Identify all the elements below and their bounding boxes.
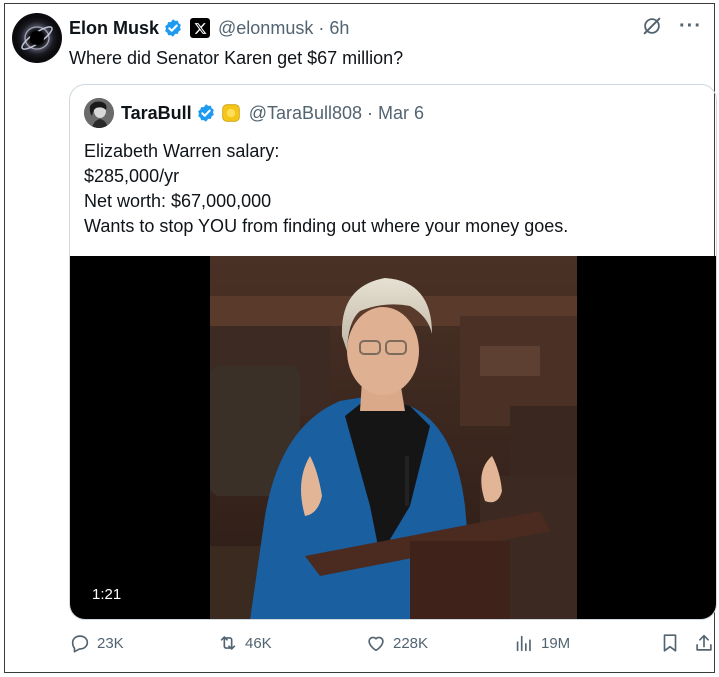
post-header: Elon Musk @elonmusk · 6h ···	[69, 15, 702, 41]
gold-badge-icon	[221, 104, 240, 122]
like-count: 228K	[393, 634, 429, 652]
more-icon[interactable]: ···	[679, 16, 702, 36]
share-button[interactable]	[693, 632, 715, 654]
quote-line: Wants to stop YOU from finding out where…	[84, 216, 569, 236]
action-bar: 23K 46K 228K 19M	[69, 632, 712, 662]
video-duration: 1:21	[84, 583, 130, 606]
quote-line: Elizabeth Warren salary:	[84, 141, 280, 161]
post-frame: Elon Musk @elonmusk · 6h ··· Where did S…	[4, 3, 717, 673]
author-handle[interactable]: @elonmusk	[218, 18, 313, 39]
verified-icon	[165, 19, 181, 37]
repost-count: 46K	[245, 634, 272, 652]
video-thumbnail	[210, 256, 577, 619]
quote-author-handle[interactable]: @TaraBull808	[249, 103, 362, 124]
video-player[interactable]: 1:21	[70, 256, 716, 619]
separator: ·	[318, 17, 325, 38]
quote-avatar[interactable]	[84, 98, 114, 128]
x-badge-icon	[190, 18, 211, 38]
verified-icon	[197, 104, 214, 122]
quote-text: Elizabeth Warren salary: $285,000/yr Net…	[84, 139, 568, 239]
bookmark-icon	[663, 634, 677, 652]
reply-count: 23K	[97, 634, 124, 652]
views-count: 19M	[541, 634, 571, 652]
views-icon	[516, 635, 531, 652]
post-time[interactable]: 6h	[329, 18, 349, 39]
quote-date[interactable]: Mar 6	[378, 103, 424, 124]
bookmark-button[interactable]	[659, 632, 681, 654]
separator: ·	[367, 102, 374, 123]
repost-icon	[220, 636, 236, 650]
repost-button[interactable]: 46K	[217, 632, 272, 654]
like-button[interactable]: 228K	[365, 632, 428, 654]
grok-icon[interactable]	[641, 15, 663, 37]
quote-author-name[interactable]: TaraBull	[121, 103, 192, 124]
quote-line: $285,000/yr	[84, 166, 180, 186]
author-avatar[interactable]	[12, 13, 62, 63]
reply-icon	[71, 635, 89, 653]
quoted-post[interactable]: TaraBull @TaraBull808 · Mar 6 Elizabeth …	[69, 84, 717, 620]
quote-line: Net worth: $67,000,000	[84, 191, 272, 211]
author-name[interactable]: Elon Musk	[69, 18, 159, 39]
like-icon	[368, 636, 384, 652]
reply-button[interactable]: 23K	[69, 632, 124, 654]
post-text: Where did Senator Karen get $67 million?	[69, 48, 404, 68]
views-button[interactable]: 19M	[513, 632, 570, 654]
share-icon	[696, 634, 712, 651]
header-actions: ···	[641, 15, 702, 37]
quote-header: TaraBull @TaraBull808 · Mar 6	[84, 98, 424, 128]
